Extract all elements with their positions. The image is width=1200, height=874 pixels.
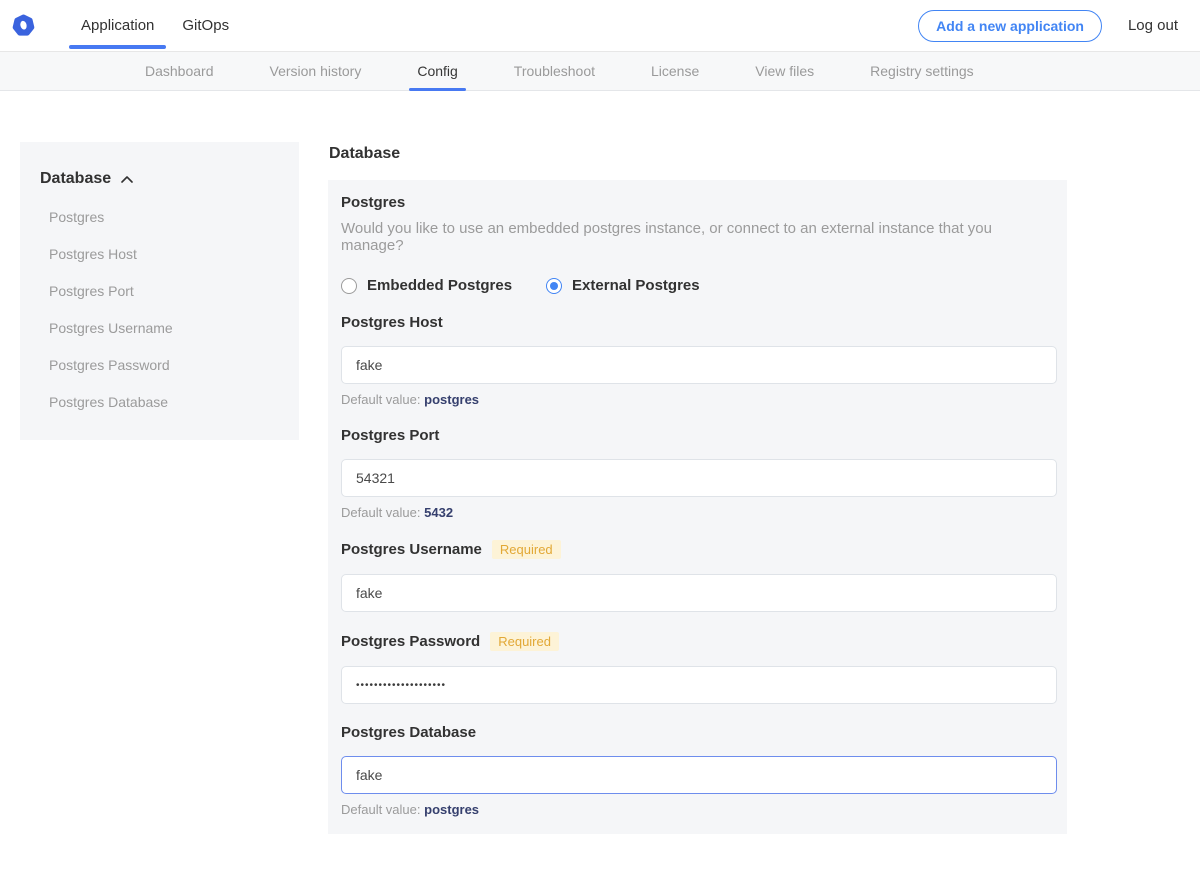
field-postgres-password-label-row: Postgres Password Required	[341, 632, 1055, 651]
postgres-port-input[interactable]	[341, 459, 1057, 497]
logout-link[interactable]: Log out	[1128, 17, 1178, 34]
sidebar-item-postgres-username[interactable]: Postgres Username	[40, 320, 279, 336]
subnav-tab-view-files[interactable]: View files	[755, 52, 814, 90]
subnav-tab-dashboard[interactable]: Dashboard	[145, 52, 214, 90]
postgres-database-input[interactable]	[341, 756, 1057, 794]
sidebar-group-database[interactable]: Database	[40, 170, 279, 188]
kots-logo	[12, 14, 35, 37]
sidebar-item-postgres-password[interactable]: Postgres Password	[40, 357, 279, 373]
postgres-username-input[interactable]	[341, 574, 1057, 612]
default-value: postgres	[424, 802, 479, 817]
default-prefix: Default value:	[341, 802, 421, 817]
content-area: Database Postgres Postgres Host Postgres…	[0, 91, 1200, 874]
field-postgres-username-label-row: Postgres Username Required	[341, 540, 1055, 559]
sidebar-group-database-label: Database	[40, 170, 111, 188]
field-postgres-database-label: Postgres Database	[341, 724, 476, 741]
tab-gitops[interactable]: GitOps	[168, 0, 243, 51]
chevron-up-icon	[120, 175, 134, 184]
radio-embedded-postgres[interactable]: Embedded Postgres	[341, 277, 512, 294]
sidebar-item-postgres-host[interactable]: Postgres Host	[40, 246, 279, 262]
sidebar-item-postgres-port[interactable]: Postgres Port	[40, 283, 279, 299]
app-subnav: Dashboard Version history Config Trouble…	[0, 52, 1200, 91]
required-badge: Required	[490, 632, 559, 651]
field-postgres-port-label: Postgres Port	[341, 427, 439, 444]
header-tabs: Application GitOps	[67, 0, 243, 51]
field-postgres-database-label-row: Postgres Database	[341, 724, 1055, 741]
default-value: 5432	[424, 505, 453, 520]
default-value: postgres	[424, 392, 479, 407]
tab-application-label: Application	[81, 17, 154, 34]
sidebar-item-postgres-database[interactable]: Postgres Database	[40, 394, 279, 410]
postgres-help-text: Would you like to use an embedded postgr…	[341, 220, 1055, 254]
default-prefix: Default value:	[341, 392, 421, 407]
section-heading: Database	[329, 145, 1067, 163]
database-config-card: Postgres Would you like to use an embedd…	[328, 180, 1067, 834]
postgres-password-input[interactable]	[341, 666, 1057, 704]
subnav-tab-registry-settings[interactable]: Registry settings	[870, 52, 973, 90]
subnav-tab-version-history[interactable]: Version history	[270, 52, 362, 90]
field-postgres-password-label: Postgres Password	[341, 633, 480, 650]
field-postgres-host-label: Postgres Host	[341, 314, 443, 331]
radio-unchecked-icon	[341, 278, 357, 294]
tab-application[interactable]: Application	[67, 0, 168, 51]
radio-checked-icon	[546, 278, 562, 294]
default-prefix: Default value:	[341, 505, 421, 520]
field-postgres-host-label-row: Postgres Host	[341, 314, 1055, 331]
field-postgres-username-label: Postgres Username	[341, 541, 482, 558]
radio-embedded-postgres-label: Embedded Postgres	[367, 277, 512, 294]
radio-external-postgres-label: External Postgres	[572, 277, 700, 294]
config-main: Database Postgres Would you like to use …	[328, 142, 1067, 874]
tab-gitops-label: GitOps	[182, 17, 229, 34]
postgres-database-default-note: Default value: postgres	[341, 802, 1055, 817]
subnav-tab-config[interactable]: Config	[417, 52, 457, 90]
radio-external-postgres[interactable]: External Postgres	[546, 277, 700, 294]
postgres-port-default-note: Default value: 5432	[341, 505, 1055, 520]
postgres-host-input[interactable]	[341, 346, 1057, 384]
field-postgres-port-label-row: Postgres Port	[341, 427, 1055, 444]
config-sidebar: Database Postgres Postgres Host Postgres…	[20, 142, 299, 440]
subnav-tab-license[interactable]: License	[651, 52, 699, 90]
required-badge: Required	[492, 540, 561, 559]
postgres-radio-group: Embedded Postgres External Postgres	[341, 277, 1055, 294]
add-new-application-button[interactable]: Add a new application	[918, 10, 1102, 42]
subnav-tab-troubleshoot[interactable]: Troubleshoot	[514, 52, 595, 90]
postgres-host-default-note: Default value: postgres	[341, 392, 1055, 407]
sidebar-item-postgres[interactable]: Postgres	[40, 209, 279, 225]
app-header: Application GitOps Add a new application…	[0, 0, 1200, 52]
postgres-group-label: Postgres	[341, 194, 1055, 211]
